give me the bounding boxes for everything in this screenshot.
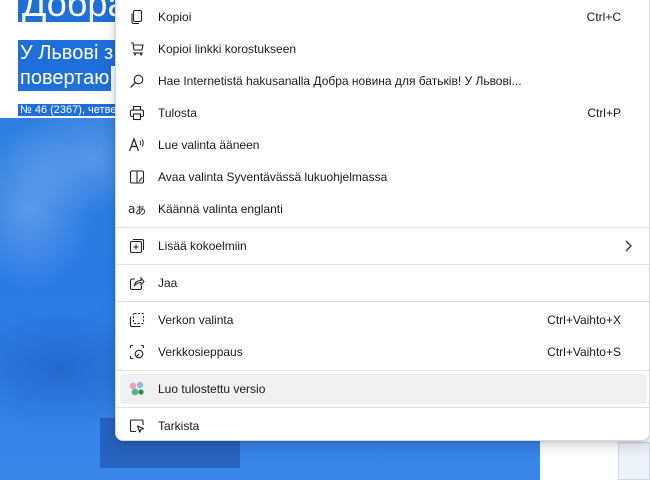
menu-separator	[116, 264, 649, 265]
menu-item-label: Jaa	[158, 276, 178, 290]
menu-item-add-to-collections[interactable]: Lisää kokoelmiin	[120, 231, 647, 261]
collections-icon	[128, 237, 146, 255]
web-select-icon	[128, 311, 146, 329]
headline-line-2: повертаю	[18, 65, 112, 91]
menu-item-label: Tulosta	[158, 106, 197, 120]
print-version-icon	[128, 380, 146, 398]
menu-separator	[116, 407, 649, 408]
menu-item-label: Verkon valinta	[158, 313, 234, 327]
print-icon	[128, 104, 146, 122]
context-menu: Kopioi Ctrl+C Kopioi linkki korostukseen…	[115, 0, 650, 441]
menu-item-inspect[interactable]: Tarkista	[120, 411, 647, 441]
menu-item-label: Avaa valinta Syventävässä lukuohjelmassa	[158, 170, 388, 184]
thumbnail-card[interactable]	[618, 442, 650, 480]
link-highlight-icon	[128, 40, 146, 58]
menu-item-label: Kopioi	[158, 10, 192, 24]
menu-item-shortcut: Ctrl+Vaihto+S	[547, 345, 621, 359]
menu-item-web-select[interactable]: Verkon valinta Ctrl+Vaihto+X	[120, 305, 647, 335]
menu-item-search-web[interactable]: Hae Internetistä hakusanalla Добра новин…	[120, 66, 647, 96]
share-icon	[128, 274, 146, 292]
menu-item-shortcut: Ctrl+Vaihto+X	[547, 313, 621, 327]
menu-item-translate[interactable]: aあ Käännä valinta englanti	[120, 194, 647, 224]
translate-icon: aあ	[128, 200, 146, 218]
menu-item-read-aloud[interactable]: Lue valinta ääneen	[120, 130, 647, 160]
menu-separator	[116, 227, 649, 228]
menu-item-web-capture[interactable]: Verkkosieppaus Ctrl+Vaihto+S	[120, 337, 647, 367]
read-aloud-icon	[128, 136, 146, 154]
menu-item-copy-link-highlight[interactable]: Kopioi linkki korostukseen	[120, 34, 647, 64]
menu-separator	[116, 370, 649, 371]
menu-item-label: Hae Internetistä hakusanalla Добра новин…	[158, 74, 522, 88]
copy-icon	[128, 8, 146, 26]
menu-item-print-version[interactable]: Luo tulostettu versio	[120, 374, 647, 404]
menu-item-label: Lue valinta ääneen	[158, 138, 260, 152]
menu-separator	[116, 301, 649, 302]
menu-item-shortcut: Ctrl+P	[587, 106, 621, 120]
svg-text:あ: あ	[135, 204, 146, 217]
menu-item-label: Verkkosieppaus	[158, 345, 243, 359]
headline-line-1: У Львові з	[18, 40, 116, 66]
menu-item-shortcut: Ctrl+C	[586, 10, 621, 24]
menu-item-print[interactable]: Tulosta Ctrl+P	[120, 98, 647, 128]
immersive-reader-icon	[128, 168, 146, 186]
menu-item-label: Luo tulostettu versio	[158, 382, 266, 396]
search-icon	[128, 72, 146, 90]
article-meta: № 46 (2367), четве	[18, 104, 119, 116]
menu-item-share[interactable]: Jaa	[120, 268, 647, 298]
chevron-right-icon	[623, 239, 633, 253]
inspect-icon	[128, 417, 146, 435]
menu-item-label: Kopioi linkki korostukseen	[158, 42, 297, 56]
menu-item-label: Tarkista	[158, 419, 200, 433]
menu-item-label: Lisää kokoelmiin	[158, 239, 247, 253]
menu-item-label: Käännä valinta englanti	[158, 202, 283, 216]
menu-item-copy[interactable]: Kopioi Ctrl+C	[120, 2, 647, 32]
web-capture-icon	[128, 343, 146, 361]
menu-item-immersive-reader[interactable]: Avaa valinta Syventävässä lukuohjelmassa	[120, 162, 647, 192]
